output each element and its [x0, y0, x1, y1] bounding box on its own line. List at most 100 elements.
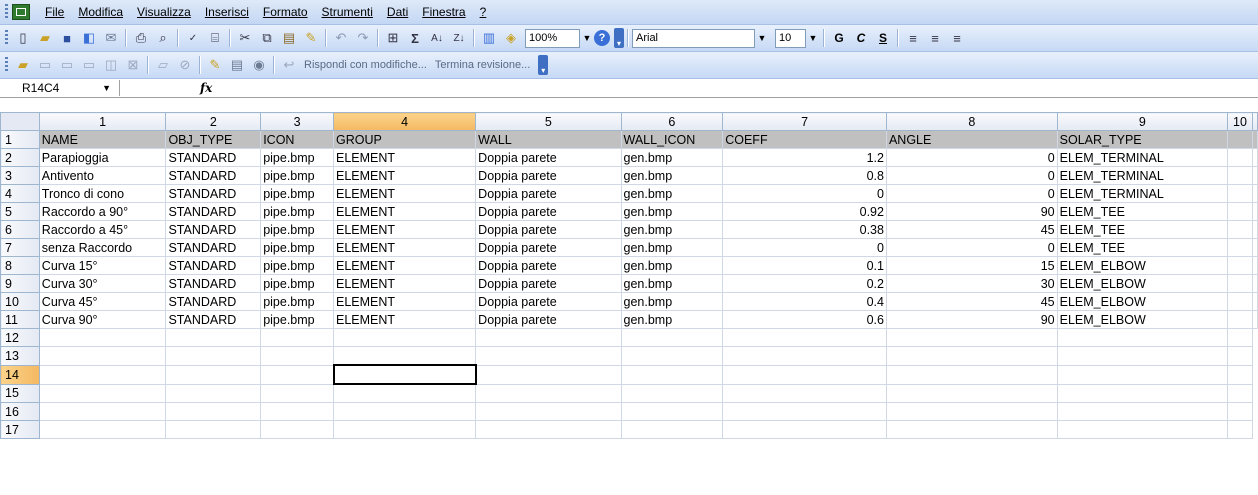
- cell[interactable]: SOLAR_TYPE: [1056, 130, 1228, 149]
- cell[interactable]: [165, 364, 262, 385]
- chevron-down-icon[interactable]: ▼: [755, 30, 769, 47]
- cell[interactable]: [1056, 364, 1228, 385]
- cell[interactable]: [165, 328, 262, 347]
- cell[interactable]: WALL_ICON: [620, 130, 724, 149]
- cell[interactable]: STANDARD: [165, 166, 262, 185]
- cell[interactable]: [885, 402, 1058, 421]
- cell[interactable]: OBJ_TYPE: [165, 130, 262, 149]
- cell[interactable]: [260, 383, 335, 403]
- cell[interactable]: [260, 328, 335, 347]
- open-folder-icon[interactable]: ▰: [35, 28, 55, 48]
- cell[interactable]: STANDARD: [165, 202, 262, 221]
- row-header[interactable]: 11: [0, 310, 40, 329]
- cell[interactable]: ELEM_TERMINAL: [1056, 166, 1228, 185]
- cell[interactable]: Doppia parete: [475, 148, 622, 167]
- toolbar-options-icon[interactable]: ▾: [614, 28, 624, 48]
- cell[interactable]: ELEM_ELBOW: [1056, 274, 1228, 293]
- row-header[interactable]: 17: [0, 420, 40, 439]
- menu-dati[interactable]: Dati: [380, 5, 415, 19]
- cell[interactable]: senza Raccordo: [38, 238, 167, 257]
- cell[interactable]: STANDARD: [165, 256, 262, 275]
- cell[interactable]: [620, 328, 724, 347]
- cell[interactable]: [1226, 292, 1254, 311]
- toolbar-grip[interactable]: [5, 30, 8, 46]
- menu-visualizza[interactable]: Visualizza: [130, 5, 198, 19]
- row-header[interactable]: 14: [0, 364, 40, 385]
- cell[interactable]: pipe.bmp: [260, 220, 335, 239]
- cell[interactable]: gen.bmp: [620, 256, 724, 275]
- cell[interactable]: 0.38: [722, 220, 887, 239]
- cell[interactable]: [1252, 256, 1258, 275]
- cell[interactable]: [1252, 292, 1258, 311]
- cell[interactable]: Doppia parete: [475, 274, 622, 293]
- cell[interactable]: STANDARD: [165, 292, 262, 311]
- cell[interactable]: 90: [885, 202, 1058, 221]
- zoom-select[interactable]: 100%: [525, 28, 580, 48]
- cell[interactable]: Tronco di cono: [38, 184, 167, 203]
- cell[interactable]: pipe.bmp: [260, 292, 335, 311]
- cell[interactable]: ELEMENT: [333, 220, 477, 239]
- cell[interactable]: [1056, 346, 1228, 366]
- cell[interactable]: [333, 328, 477, 347]
- cell[interactable]: ELEMENT: [333, 184, 477, 203]
- cell[interactable]: [1226, 148, 1254, 167]
- cell[interactable]: [885, 346, 1058, 366]
- ink-annotation-icon[interactable]: ▱: [153, 55, 173, 75]
- cell[interactable]: COEFF: [722, 130, 887, 149]
- cell[interactable]: 45: [885, 220, 1058, 239]
- cell[interactable]: [1252, 202, 1258, 221]
- cell[interactable]: gen.bmp: [620, 238, 724, 257]
- drawing-icon[interactable]: ◈: [501, 28, 521, 48]
- cell[interactable]: 1.2: [722, 148, 887, 167]
- chevron-down-icon[interactable]: ▼: [102, 83, 111, 93]
- column-header-overflow[interactable]: [1252, 112, 1258, 131]
- cell[interactable]: [38, 328, 167, 347]
- cell[interactable]: [38, 346, 167, 366]
- cell[interactable]: 0.2: [722, 274, 887, 293]
- cell[interactable]: [1226, 346, 1254, 366]
- format-painter-icon[interactable]: ✎: [301, 28, 321, 48]
- cell[interactable]: 0.6: [722, 310, 887, 329]
- cell[interactable]: [1226, 166, 1254, 185]
- row-header[interactable]: 9: [0, 274, 40, 293]
- cell[interactable]: gen.bmp: [620, 220, 724, 239]
- cell[interactable]: ELEMENT: [333, 256, 477, 275]
- cell[interactable]: 0.8: [722, 166, 887, 185]
- chevron-down-icon[interactable]: ▼: [580, 30, 594, 47]
- cell[interactable]: gen.bmp: [620, 310, 724, 329]
- autosum-icon[interactable]: Σ: [405, 28, 425, 48]
- cell[interactable]: ELEMENT: [333, 238, 477, 257]
- cell[interactable]: Curva 90°: [38, 310, 167, 329]
- cell[interactable]: pipe.bmp: [260, 148, 335, 167]
- cell[interactable]: Doppia parete: [475, 292, 622, 311]
- cell[interactable]: [1252, 148, 1258, 167]
- row-header[interactable]: 13: [0, 346, 40, 366]
- cell[interactable]: ELEMENT: [333, 274, 477, 293]
- cell[interactable]: [1056, 383, 1228, 403]
- cell[interactable]: 90: [885, 310, 1058, 329]
- cell[interactable]: [475, 402, 622, 421]
- column-header[interactable]: 7: [722, 112, 887, 131]
- cell[interactable]: [722, 420, 887, 439]
- italic-button[interactable]: C: [852, 31, 870, 45]
- align-right-icon[interactable]: ≡: [947, 28, 967, 48]
- cell[interactable]: pipe.bmp: [260, 256, 335, 275]
- delete-ink-icon[interactable]: ⊘: [175, 55, 195, 75]
- cell[interactable]: [1226, 274, 1254, 293]
- cell[interactable]: [1056, 328, 1228, 347]
- print-icon[interactable]: ⎙: [131, 28, 151, 48]
- cell[interactable]: Raccordo a 90°: [38, 202, 167, 221]
- cell[interactable]: 0: [885, 238, 1058, 257]
- cell[interactable]: WALL: [475, 130, 622, 149]
- cell[interactable]: [38, 420, 167, 439]
- cell[interactable]: ELEMENT: [333, 292, 477, 311]
- next-comment-icon[interactable]: ▭: [79, 55, 99, 75]
- menu-modifica[interactable]: Modifica: [71, 5, 130, 19]
- show-comment-icon[interactable]: ◫: [101, 55, 121, 75]
- cell[interactable]: Doppia parete: [475, 238, 622, 257]
- cell[interactable]: Doppia parete: [475, 166, 622, 185]
- column-header[interactable]: 9: [1056, 112, 1228, 131]
- paste-icon[interactable]: ▤: [279, 28, 299, 48]
- cell[interactable]: NAME: [38, 130, 167, 149]
- cell[interactable]: [885, 420, 1058, 439]
